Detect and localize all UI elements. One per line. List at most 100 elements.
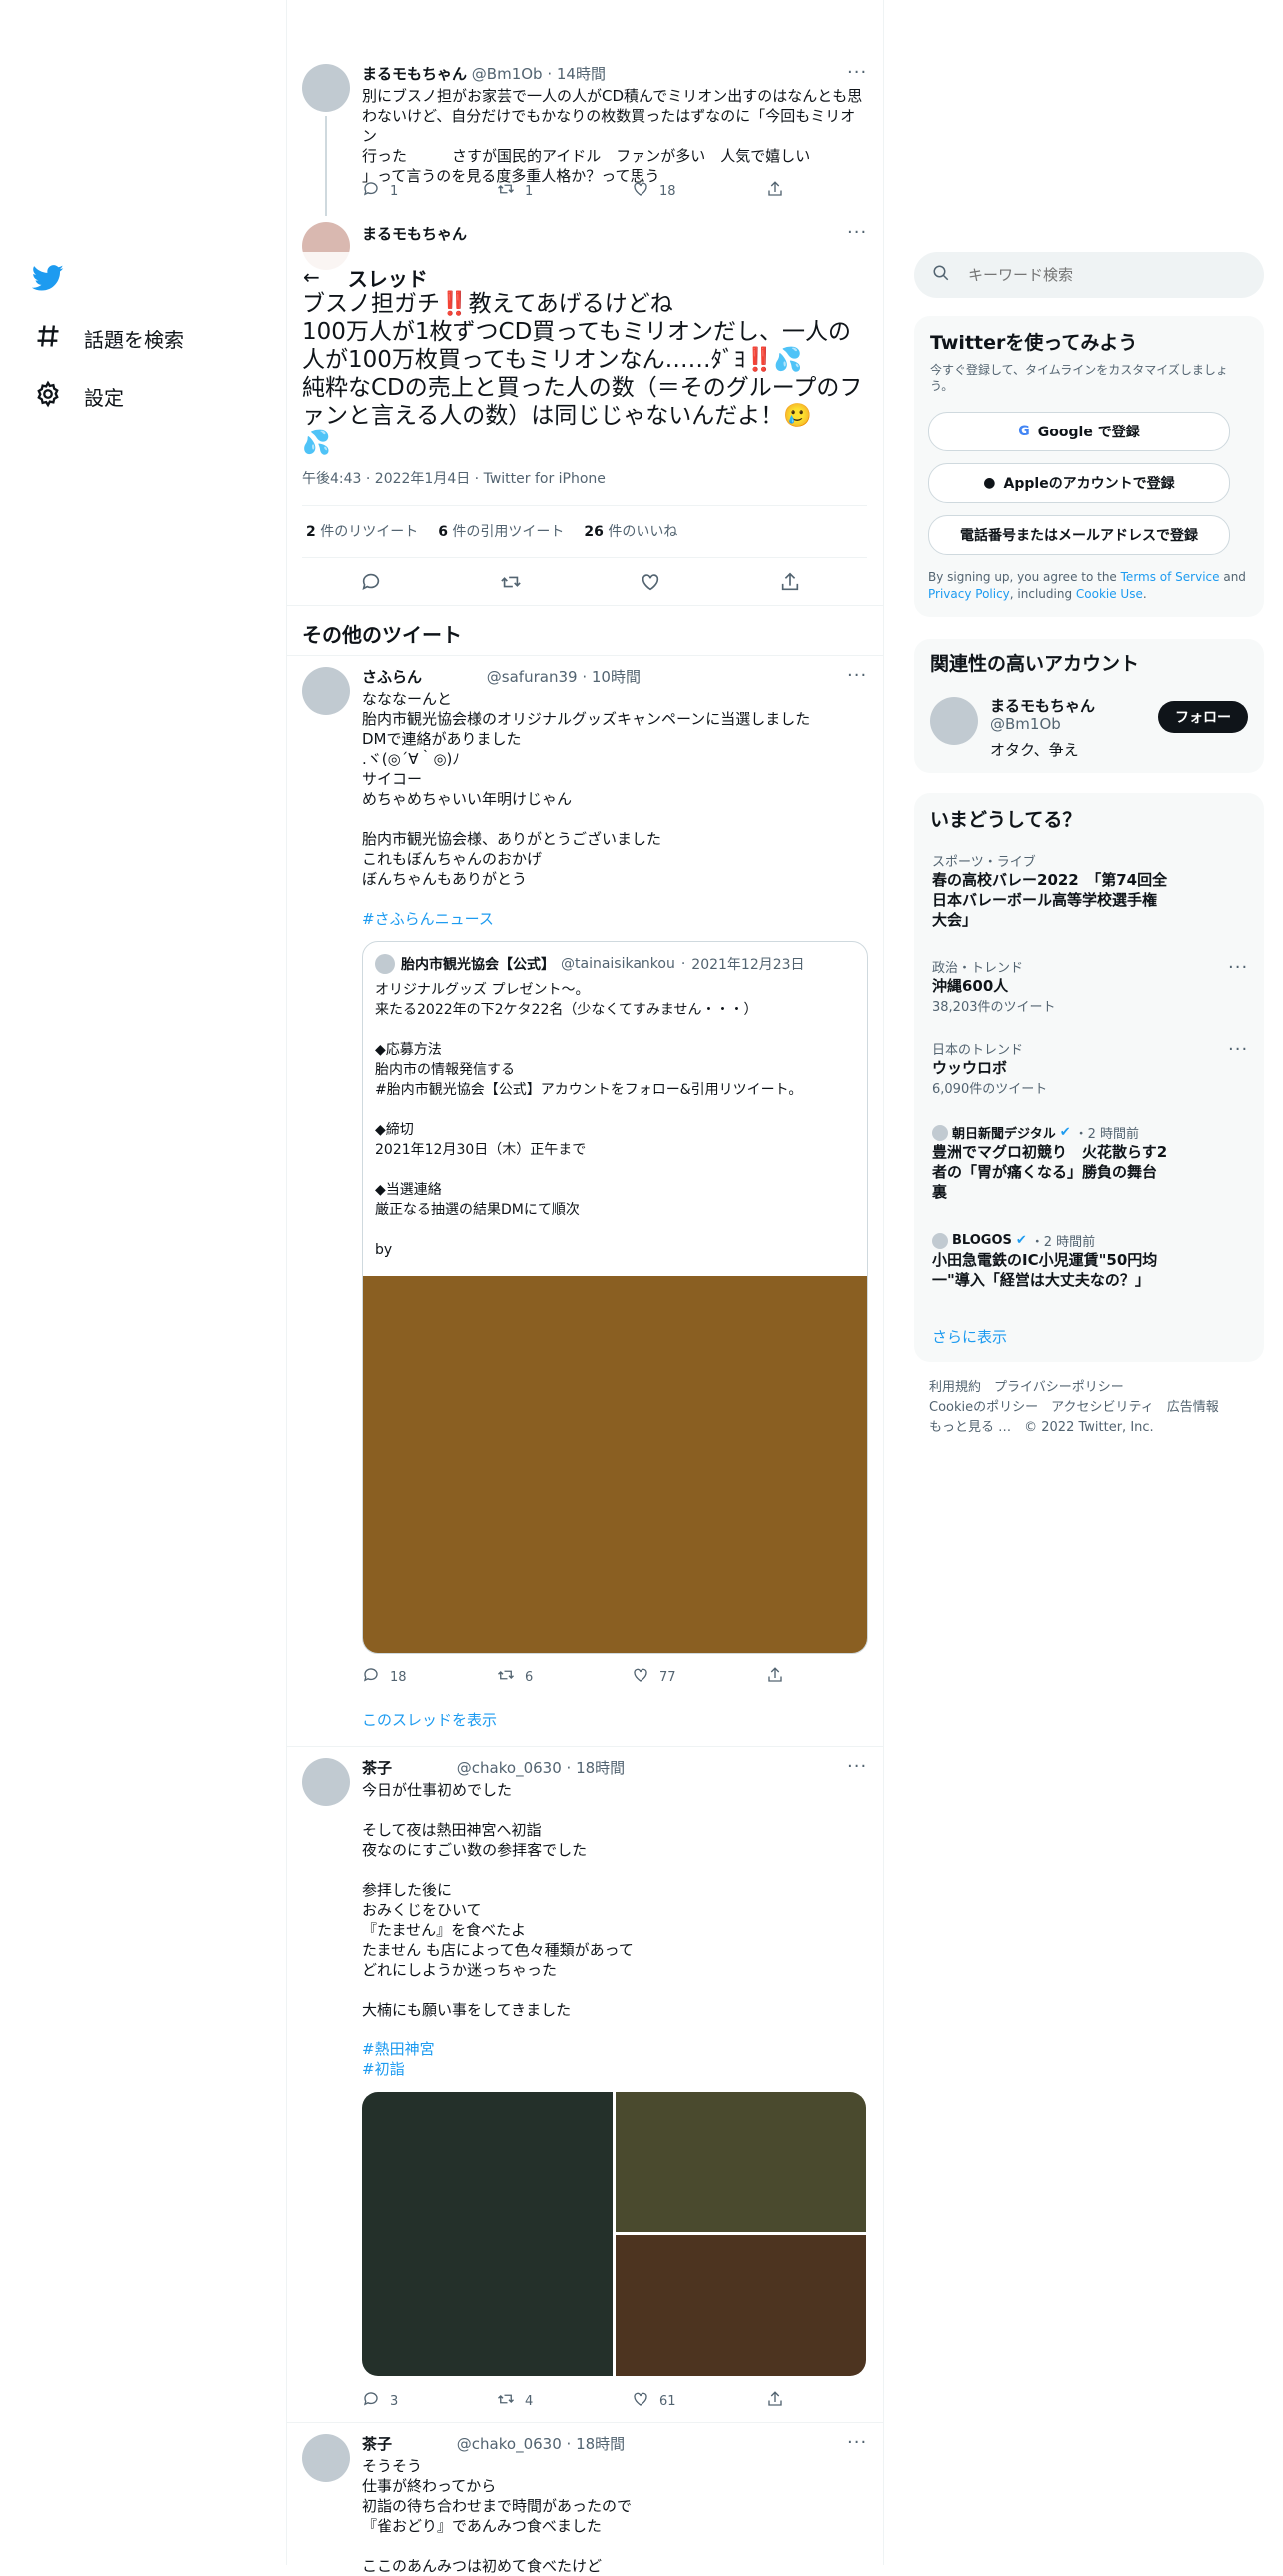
twitter-logo-icon[interactable] <box>31 262 64 298</box>
author-name[interactable]: まるモもちゃん <box>362 225 467 243</box>
photo-grid[interactable] <box>362 2092 866 2376</box>
photo[interactable] <box>362 2092 613 2376</box>
heart-icon <box>632 2390 649 2412</box>
phone-signup-button[interactable]: 電話番号またはメールアドレスで登録 <box>928 515 1230 555</box>
terms-link[interactable]: Terms of Service <box>1121 570 1220 584</box>
footer-line[interactable]: Cookieのポリシー アクセシビリティ 広告情報 <box>929 1398 1219 1418</box>
tweet-meta[interactable]: 午後4:43 · 2022年1月4日 · Twitter for iPhone <box>302 468 606 488</box>
quoted-tweet[interactable]: 胎内市観光協会【公式】 @tainaisikankou · 2021年12月23日 … <box>362 941 868 1654</box>
share-button[interactable] <box>766 180 901 202</box>
retweet-button[interactable]: 6 <box>497 1666 632 1688</box>
retweet-stat[interactable]: 2 件のリツイート <box>306 521 418 541</box>
like-button[interactable]: 77 <box>632 1666 766 1688</box>
like-stat[interactable]: 26 件のいいね <box>584 521 677 541</box>
main-tweet-text: ブスノ担ガチ‼️教えてあげるけどね 100万人が1枚ずつCD買ってもミリオンだし… <box>302 291 863 456</box>
trend-item[interactable]: 日本のトレンド ウッウロボ 6,090件のツイート <box>932 1039 1242 1097</box>
like-button[interactable]: 61 <box>632 2390 766 2412</box>
author-handle[interactable]: @Bm1Ob <box>472 65 543 83</box>
search-box[interactable] <box>914 252 1264 298</box>
tweet-time[interactable]: 10時間 <box>592 668 641 686</box>
trend-item[interactable]: スポーツ・ライブ 春の高校バレー2022 「第74回全 日本バレーボール高等学校… <box>932 851 1242 930</box>
reply-button[interactable]: 1 <box>362 180 497 202</box>
more-options-icon[interactable]: ··· <box>1228 957 1248 978</box>
signup-subtitle: 今すぐ登録して、タイムラインをカスタマイズしましょう。 <box>930 363 1228 393</box>
reply-button[interactable]: 18 <box>362 1666 497 1688</box>
avatar <box>932 1232 948 1249</box>
quote-time: 2021年12月23日 <box>691 957 805 973</box>
relevant-handle[interactable]: @Bm1Ob <box>990 715 1061 733</box>
follow-button[interactable]: フォロー <box>1158 701 1248 733</box>
search-input[interactable] <box>966 265 1240 285</box>
author-handle[interactable]: @safuran39 <box>487 668 578 686</box>
apple-signup-button[interactable]: ● Appleのアカウントで登録 <box>928 463 1230 503</box>
cookie-link[interactable]: Cookie Use <box>1076 587 1143 601</box>
like-count: 61 <box>659 2393 676 2409</box>
author-name[interactable]: 茶子 <box>362 1759 392 1777</box>
relevant-accounts-panel: 関連性の高いアカウント まるモもちゃん @Bm1Ob オタク、争え フォロー <box>914 639 1264 773</box>
share-icon[interactable] <box>779 571 919 597</box>
author-handle[interactable]: @chako_0630 <box>457 2435 562 2453</box>
more-options-icon[interactable]: ··· <box>847 665 867 686</box>
more-options-icon[interactable]: ··· <box>847 1756 867 1777</box>
heart-icon[interactable] <box>640 571 779 597</box>
avatar[interactable] <box>930 697 978 745</box>
show-thread-link[interactable]: このスレッドを表示 <box>362 1710 866 1730</box>
signup-title: Twitterを使ってみよう <box>930 332 1138 354</box>
google-signup-label: Google で登録 <box>1037 425 1140 440</box>
thread-connector-line <box>325 116 327 216</box>
news-source: BLOGOS <box>952 1233 1012 1248</box>
trend-title: 沖縄600人 <box>932 977 1009 995</box>
tweet-time[interactable]: 18時間 <box>576 2435 625 2453</box>
trend-item[interactable]: 政治・トレンド 沖縄600人 38,203件のツイート <box>932 957 1242 1015</box>
divider <box>286 1746 883 1747</box>
author-name[interactable]: 茶子 <box>362 2435 392 2453</box>
share-button[interactable] <box>766 1666 901 1688</box>
nav-settings[interactable]: 設定 <box>34 380 124 413</box>
quote-stat[interactable]: 6 件の引用ツイート <box>438 521 564 541</box>
nav-explore[interactable]: 話題を検索 <box>34 322 184 355</box>
trend-title: 春の高校バレー2022 「第74回全 日本バレーボール高等学校選手権 大会」 <box>932 871 1168 929</box>
retweet-button[interactable]: 1 <box>497 180 632 202</box>
photo[interactable] <box>616 2092 866 2232</box>
quote-author-name: 胎内市観光協会【公式】 <box>401 957 555 973</box>
more-options-icon[interactable]: ··· <box>847 62 867 83</box>
share-icon <box>766 2390 784 2412</box>
tweet-actions: 18 6 77 <box>362 1666 901 1688</box>
relevant-name[interactable]: まるモもちゃん <box>990 695 1095 716</box>
avatar[interactable] <box>302 2434 350 2482</box>
more-options-icon[interactable]: ··· <box>1228 1039 1248 1060</box>
avatar[interactable] <box>302 667 350 715</box>
reply-icon[interactable] <box>360 571 500 597</box>
back-arrow-icon[interactable]: ← <box>303 265 320 289</box>
retweet-button[interactable]: 4 <box>497 2390 632 2412</box>
author-name[interactable]: まるモもちゃん <box>362 65 467 83</box>
more-options-icon[interactable]: ··· <box>847 2432 867 2453</box>
news-item[interactable]: BLOGOS ✔ ・2 時間前 小田急電鉄のIC小児運賃"50円均 一"導入「経… <box>932 1231 1242 1289</box>
share-button[interactable] <box>766 2390 901 2412</box>
news-item[interactable]: 朝日新聞デジタル ✔ ・2 時間前 豊洲でマグロ初競り 火花散らす2 者の「胃が… <box>932 1123 1242 1202</box>
divider <box>302 505 867 506</box>
tweet-time[interactable]: 14時間 <box>557 65 606 83</box>
footer-line[interactable]: 利用規約 プライバシーポリシー <box>929 1378 1219 1398</box>
avatar[interactable] <box>302 1758 350 1806</box>
tweet-header: まるモもちゃん @Bm1Ob · 14時間 <box>362 65 606 83</box>
retweet-icon <box>497 2390 515 2412</box>
more-options-icon[interactable]: ··· <box>847 222 867 243</box>
retweet-icon[interactable] <box>500 571 640 597</box>
tweet-time[interactable]: 18時間 <box>576 1759 625 1777</box>
retweet-icon <box>497 1666 515 1688</box>
author-handle[interactable]: @chako_0630 <box>457 1759 562 1777</box>
avatar[interactable] <box>302 64 350 112</box>
hashtag-link[interactable]: #さふらんニュース <box>362 909 866 929</box>
show-more-link[interactable]: さらに表示 <box>932 1326 1007 1347</box>
hashtag-link[interactable]: #熱田神宮 <box>362 2039 866 2059</box>
apple-signup-label: Appleのアカウントで登録 <box>1003 476 1175 492</box>
reply-button[interactable]: 3 <box>362 2390 497 2412</box>
like-button[interactable]: 18 <box>632 180 766 202</box>
photo[interactable] <box>616 2235 866 2376</box>
footer-line[interactable]: もっと見る … © 2022 Twitter, Inc. <box>929 1418 1219 1438</box>
author-name[interactable]: さふらん <box>362 668 422 686</box>
privacy-link[interactable]: Privacy Policy <box>928 587 1010 601</box>
hashtag-link[interactable]: #初詣 <box>362 2059 866 2079</box>
google-signup-button[interactable]: G Google で登録 <box>928 412 1230 451</box>
